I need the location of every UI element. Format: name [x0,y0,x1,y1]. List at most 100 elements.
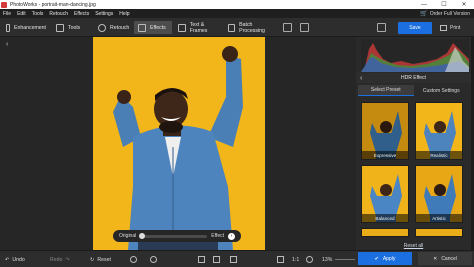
app-logo-icon [1,1,7,8]
undo-label: Undo [12,256,25,263]
canvas-right-margin [265,37,356,250]
menu-help[interactable]: Help [116,11,132,17]
tab-tools[interactable]: Tools [52,21,92,34]
maximize-button[interactable]: ☐ [434,0,454,9]
reset-all-link[interactable]: Reset all [356,243,471,249]
print-button[interactable]: Print [440,22,460,34]
tab-text-frames[interactable]: Text & Frames [174,21,222,34]
grid-icon [230,256,237,263]
tab-custom-settings[interactable]: Custom Settings [414,85,470,96]
preset-thumb-balanced[interactable]: Balanced [361,165,409,223]
window-title: PhotoWorks - portrait-man-dancing.jpg [10,1,96,8]
menu-bar: File Edit Tools Retouch Effects Settings… [0,9,474,18]
tab-batch-processing[interactable]: Batch Processing [224,21,274,34]
tab-tools-label: Tools [68,24,81,31]
tab-batch-label: Batch Processing [239,21,265,34]
check-icon: ✔ [374,255,379,262]
compare-icon [213,256,220,263]
menu-retouch[interactable]: Retouch [46,11,71,17]
zoom-slider[interactable] [335,259,355,260]
panel-header: ‹ HDR Effect [356,73,471,83]
effects-icon [138,23,146,32]
compare-slider[interactable] [139,232,208,239]
menu-effects[interactable]: Effects [71,11,92,17]
order-full-version-link[interactable]: 🛒 Order Full Version [420,9,470,18]
fit-screen-button[interactable] [277,254,284,265]
grid-view-button[interactable] [230,254,237,265]
canvas-left-margin: ‹ [0,37,93,250]
text-frames-icon [178,23,186,32]
save-button[interactable]: Save [398,22,432,34]
apply-button[interactable]: ✔ Apply [358,252,412,265]
back-arrow-icon[interactable]: ‹ [360,75,362,82]
zoom-out-button[interactable] [306,254,313,265]
reset-icon: ↻ [90,256,95,263]
tab-enhancement-label: Enhancement [13,24,46,31]
redo-button[interactable]: Redo ↷ [50,254,70,265]
compare-next-icon[interactable]: › [228,232,235,240]
retouch-icon [98,23,106,32]
compare-effect-label: Effect [211,233,224,239]
window-controls: — ☐ ✕ [414,0,474,9]
cancel-button[interactable]: ✕ Cancel [418,252,472,265]
batch-icon [228,23,236,32]
tab-retouch-label: Retouch [110,24,130,31]
image-view-button[interactable] [198,254,205,265]
menu-tools[interactable]: Tools [29,11,47,17]
tab-retouch[interactable]: Retouch [94,21,132,34]
enhancement-icon [6,23,10,32]
compare-slider-knob[interactable] [139,232,146,239]
x-icon: ✕ [433,255,438,262]
fit-screen-icon [277,256,284,263]
cancel-label: Cancel [441,255,457,262]
preset-grid: Expressive Realistic Balanced Artistic [360,99,467,237]
preset-label: Artistic [416,214,462,222]
nav-back-icon[interactable]: ‹ [6,41,8,48]
preset-thumb-partial[interactable] [361,228,409,237]
preset-thumb-artistic[interactable]: Artistic [415,165,463,223]
main-toolbar: Enhancement Tools Retouch Effects Text &… [0,18,474,37]
minus-icon [306,256,313,263]
histogram-graph [361,43,469,72]
open-file-icon[interactable] [377,23,386,32]
close-button[interactable]: ✕ [454,0,474,9]
redo-label: Redo [50,256,63,263]
tab-select-preset[interactable]: Select Preset [358,85,414,96]
compare-view-icon[interactable] [283,23,292,32]
man-dancing-photo [93,37,265,250]
preset-label: Expressive [362,151,408,159]
before-after-compare-bar: Original Effect › [113,230,241,242]
minimize-button[interactable]: — [414,0,434,9]
order-label: Order Full Version [429,10,470,17]
effects-side-panel: ‹ HDR Effect Select Preset Custom Settin… [356,37,474,267]
compare-mode-button[interactable] [213,254,220,265]
image-icon [198,256,205,263]
tab-effects-label: Effects [150,24,166,31]
redo-icon: ↷ [65,256,70,263]
reset-button[interactable]: ↻ Reset [90,254,111,265]
preview-toggle[interactable] [130,254,137,265]
cart-icon: 🛒 [420,11,428,17]
preset-thumb-partial[interactable] [415,228,463,237]
zoom-actual-button[interactable]: 1:1 [292,254,299,265]
printer-icon [440,25,447,31]
zoom-level: 13% [322,256,333,263]
undo-button[interactable]: ↶ Undo [5,254,25,265]
menu-settings[interactable]: Settings [92,11,116,17]
menu-file[interactable]: File [0,11,14,17]
apply-label: Apply [382,255,396,262]
preset-label: Realistic [416,151,462,159]
crop-view-icon[interactable] [300,23,309,32]
preset-label: Balanced [362,214,408,222]
compare-original-label: Original [119,233,137,239]
tools-icon [56,23,64,32]
tab-effects[interactable]: Effects [134,21,172,34]
tab-enhancement[interactable]: Enhancement [2,21,46,34]
preset-thumb-realistic[interactable]: Realistic [415,102,463,160]
split-view-button[interactable] [150,254,157,265]
photo-canvas[interactable] [93,37,265,250]
menu-edit[interactable]: Edit [14,11,29,17]
print-label: Print [450,25,461,31]
preset-thumb-expressive[interactable]: Expressive [361,102,409,160]
histogram [361,39,469,72]
